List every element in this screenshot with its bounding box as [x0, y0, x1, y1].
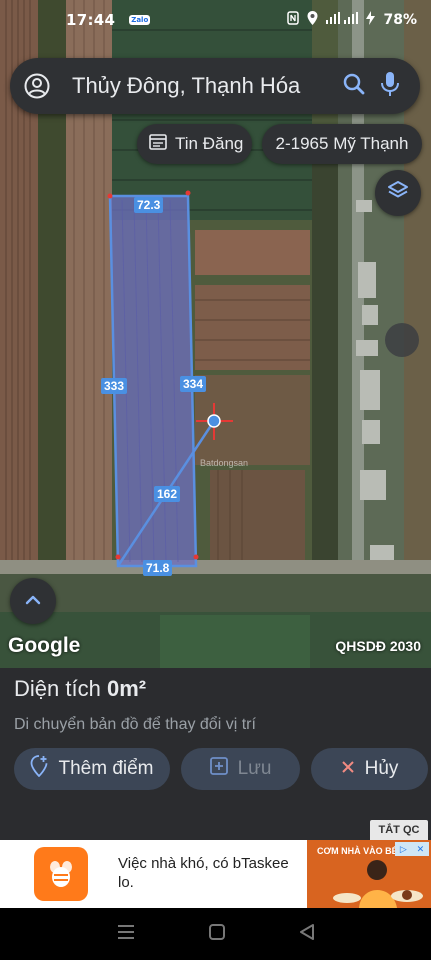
add-point-label: Thêm điểm	[58, 758, 154, 779]
map-control-dot[interactable]	[385, 323, 419, 357]
cancel-label: Hủy	[364, 758, 399, 779]
home-icon[interactable]	[209, 923, 226, 945]
btaskee-logo	[34, 847, 88, 901]
add-point-button[interactable]: Thêm điểm	[14, 748, 170, 790]
svg-text:Batdongsan: Batdongsan	[200, 458, 248, 468]
dimension-top: 72.3	[134, 197, 164, 213]
nfc-icon	[287, 11, 300, 29]
close-ad-button[interactable]: TẮT QC	[370, 820, 428, 840]
microphone-icon	[381, 71, 399, 101]
measure-panel: Diện tích 0m² Di chuyển bản đồ để thay đ…	[0, 668, 431, 840]
charging-icon	[366, 11, 376, 29]
add-square-icon	[209, 757, 228, 781]
expand-button[interactable]	[10, 578, 56, 624]
close-icon	[341, 758, 355, 780]
system-nav-bar	[0, 908, 431, 960]
back-icon[interactable]	[299, 923, 314, 945]
search-icon	[343, 73, 365, 100]
search-button[interactable]	[336, 68, 372, 104]
ad-banner[interactable]: Việc nhà khó, có bTaskee lo. CƠM NHÀ VÀO…	[0, 840, 431, 908]
ad-image: CƠM NHÀ VÀO BẾP ▷ ✕	[307, 840, 431, 908]
ad-photo	[333, 860, 423, 908]
battery-level: 78%	[383, 12, 417, 28]
save-button[interactable]: Lưu	[181, 748, 300, 790]
layers-icon	[387, 180, 409, 207]
voice-search-button[interactable]	[372, 68, 408, 104]
area-label: Diện tích	[14, 676, 101, 701]
dimension-bottom: 71.8	[143, 560, 173, 576]
instruction-text: Di chuyển bản đồ để thay đổi vị trí	[14, 716, 256, 733]
parcel-chip[interactable]: 2-1965 Mỹ Thạnh	[262, 124, 422, 164]
google-logo: Google	[8, 634, 81, 657]
map-view[interactable]: Batdongsan 17:44 Zalo 78% Thủy Đông, Thạ…	[0, 0, 431, 668]
location-icon	[307, 11, 318, 29]
dimension-diagonal: 162	[154, 486, 181, 502]
overlay-label: QHSDĐ 2030	[335, 638, 421, 654]
system-icons: 78%	[287, 11, 417, 29]
parcel-chip-label: 2-1965 Mỹ Thạnh	[275, 134, 409, 153]
search-input[interactable]: Thủy Đông, Thạnh Hóa	[52, 73, 336, 99]
add-location-icon	[30, 755, 48, 783]
layers-button[interactable]	[375, 170, 421, 216]
listing-icon	[149, 133, 167, 155]
cancel-button[interactable]: Hủy	[311, 748, 428, 790]
recents-icon[interactable]	[117, 924, 135, 945]
save-label: Lưu	[237, 758, 272, 779]
signal-icon	[326, 12, 359, 28]
zalo-notification-icon: Zalo	[129, 15, 151, 25]
area-value: 0m²	[106, 676, 147, 701]
search-bar[interactable]: Thủy Đông, Thạnh Hóa	[10, 58, 420, 114]
account-icon[interactable]	[22, 71, 52, 101]
chevron-up-icon	[25, 592, 41, 610]
listing-chip-label: Tin Đăng	[175, 134, 244, 153]
area-readout: Diện tích 0m²	[14, 676, 146, 702]
clock: 17:44	[66, 11, 116, 29]
ad-text: Việc nhà khó, có bTaskee lo.	[118, 855, 289, 891]
listing-chip[interactable]: Tin Đăng	[137, 124, 252, 164]
dimension-right: 334	[180, 376, 207, 392]
status-bar: 17:44 Zalo 78%	[0, 0, 431, 40]
dimension-left: 333	[101, 378, 128, 394]
